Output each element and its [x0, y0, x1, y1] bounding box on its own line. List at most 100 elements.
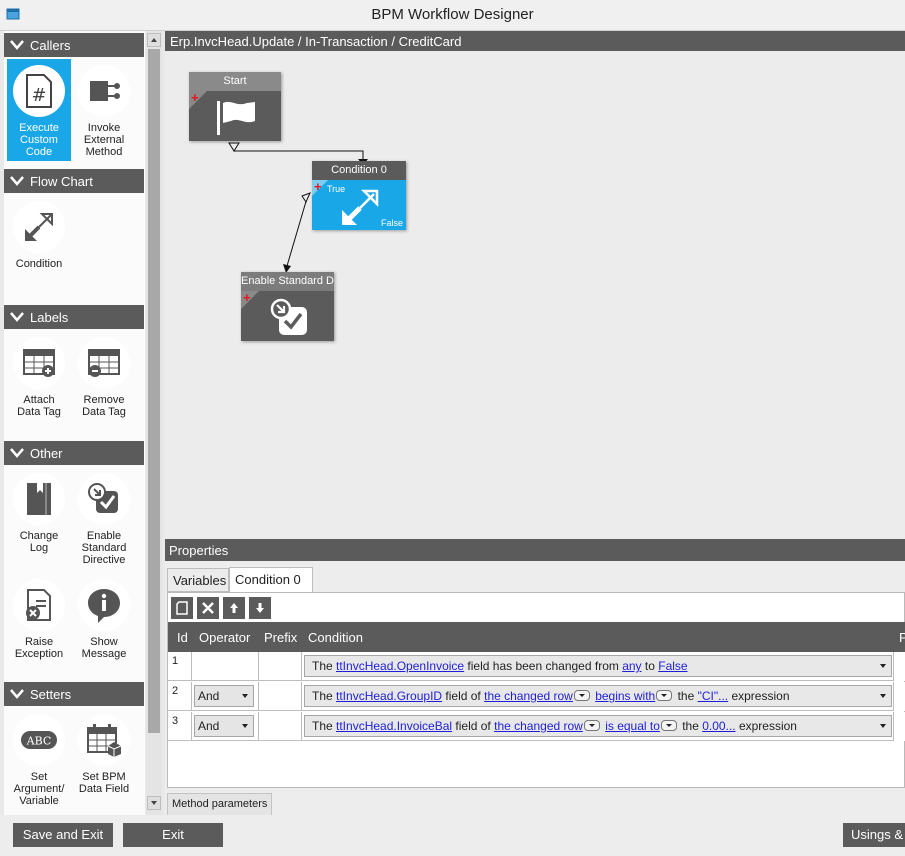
- col-operator[interactable]: Operator: [199, 630, 250, 645]
- tool-label: Change: [19, 530, 59, 542]
- enable-directive-icon: [88, 483, 118, 513]
- tab-variables[interactable]: Variables: [167, 568, 229, 592]
- chevron-down-icon: [10, 176, 24, 186]
- tool-label: Show: [90, 636, 118, 648]
- prefix-cell[interactable]: [259, 682, 302, 711]
- field-link[interactable]: ttInvcHead.GroupID: [336, 689, 442, 703]
- tool-remove-data-tag[interactable]: Remove Data Tag: [72, 331, 136, 418]
- dropdown-arrow-icon: [242, 694, 248, 698]
- condition-expression[interactable]: The ttInvcHead.OpenInvoice field has bee…: [304, 655, 892, 677]
- add-icon[interactable]: +: [314, 180, 322, 193]
- abc-icon: ABC: [21, 731, 57, 749]
- node-condition-0[interactable]: Condition 0 + True False: [312, 161, 406, 230]
- node-start[interactable]: Start +: [189, 72, 281, 141]
- false-label: False: [380, 218, 403, 228]
- tool-label: Standard: [81, 542, 127, 554]
- scroll-down-arrow[interactable]: [147, 796, 161, 810]
- node-title: Enable Standard D: [241, 272, 334, 291]
- section-other-header[interactable]: Other: [4, 441, 144, 465]
- dropdown-arrow-icon[interactable]: [880, 664, 886, 668]
- tool-label: Message: [81, 648, 127, 660]
- prefix-cell[interactable]: [259, 652, 302, 681]
- tab-method-parameters[interactable]: Method parameters: [167, 793, 273, 817]
- dropdown-arrow-icon: [242, 724, 248, 728]
- scroll-up-arrow[interactable]: [147, 33, 161, 47]
- mini-dropdown-icon[interactable]: [660, 720, 677, 731]
- table-row[interactable]: 2 And The ttInvcHead.GroupID field of th…: [168, 682, 905, 711]
- tool-show-message[interactable]: Show Message: [72, 573, 136, 660]
- section-label: Setters: [30, 687, 72, 702]
- row-link[interactable]: the changed row: [484, 689, 573, 703]
- scroll-thumb[interactable]: [148, 49, 160, 733]
- info-bubble-icon: [88, 589, 120, 623]
- section-flowchart-header[interactable]: Flow Chart: [4, 169, 144, 193]
- tool-change-log[interactable]: Change Log: [7, 467, 71, 554]
- tool-execute-custom-code[interactable]: # Execute Custom Code: [7, 59, 71, 161]
- tool-condition[interactable]: Condition: [7, 195, 71, 270]
- value-link[interactable]: 0.00...: [702, 719, 735, 733]
- delete-row-button[interactable]: [197, 597, 219, 619]
- col-id[interactable]: Id: [177, 630, 188, 645]
- table-row[interactable]: 3 And The ttInvcHead.InvoiceBal field of…: [168, 712, 905, 741]
- tool-set-argument-variable[interactable]: ABC Set Argument/ Variable: [7, 708, 71, 807]
- from-value-link[interactable]: any: [622, 659, 641, 673]
- row-link[interactable]: the changed row: [494, 719, 583, 733]
- dropdown-arrow-icon[interactable]: [880, 694, 886, 698]
- col-extra[interactable]: P: [899, 630, 905, 645]
- cond-text: the: [678, 719, 703, 733]
- condition-cell: The ttInvcHead.InvoiceBal field of the c…: [302, 712, 894, 741]
- value-link[interactable]: "CI"...: [698, 689, 729, 703]
- operator-cell: And: [192, 682, 259, 711]
- tool-attach-data-tag[interactable]: Attach Data Tag: [7, 331, 71, 418]
- operator-select[interactable]: And: [194, 685, 254, 707]
- tool-label: Execute: [19, 122, 59, 134]
- workflow-path-bar: Erp.InvcHead.Update / In-Transaction / C…: [165, 31, 905, 51]
- cond-text: field of: [442, 689, 485, 703]
- svg-text:ABC: ABC: [26, 735, 52, 748]
- usings-button[interactable]: Usings &: [843, 823, 905, 847]
- node-title: Start: [189, 72, 281, 91]
- operator-cell: [192, 652, 259, 681]
- tool-invoke-external-method[interactable]: Invoke External Method: [72, 59, 136, 158]
- save-and-exit-button[interactable]: Save and Exit: [13, 823, 113, 847]
- toolbox-scrollbar[interactable]: [146, 31, 162, 815]
- tab-condition-0[interactable]: Condition 0: [229, 567, 313, 593]
- section-labels-header[interactable]: Labels: [4, 305, 144, 329]
- tool-raise-exception[interactable]: Raise Exception: [7, 573, 71, 660]
- col-prefix[interactable]: Prefix: [264, 630, 297, 645]
- new-row-button[interactable]: [171, 597, 193, 619]
- col-condition[interactable]: Condition: [308, 630, 363, 645]
- node-enable-standard-directive[interactable]: Enable Standard D +: [241, 272, 334, 341]
- tool-set-bpm-data-field[interactable]: Set BPM Data Field: [72, 708, 136, 795]
- section-callers-header[interactable]: Callers: [4, 33, 144, 57]
- workflow-canvas[interactable]: Start + Condition 0 + True False Enable …: [165, 51, 905, 539]
- dropdown-arrow-icon[interactable]: [880, 724, 886, 728]
- tool-label: Method: [85, 146, 123, 158]
- chevron-down-icon: [10, 448, 24, 458]
- mini-dropdown-icon[interactable]: [583, 720, 600, 731]
- close-icon: [202, 602, 214, 614]
- condition-expression[interactable]: The ttInvcHead.InvoiceBal field of the c…: [304, 715, 892, 737]
- to-value-link[interactable]: False: [658, 659, 687, 673]
- table-row[interactable]: 1 The ttInvcHead.OpenInvoice field has b…: [168, 652, 905, 681]
- mini-dropdown-icon[interactable]: [656, 690, 673, 701]
- field-link[interactable]: ttInvcHead.InvoiceBal: [336, 719, 452, 733]
- chevron-down-icon: [151, 801, 157, 805]
- operator-link[interactable]: is equal to: [605, 719, 660, 733]
- move-up-button[interactable]: [223, 597, 245, 619]
- add-icon[interactable]: +: [243, 291, 251, 304]
- move-down-button[interactable]: [249, 597, 271, 619]
- prefix-cell[interactable]: [259, 712, 302, 741]
- section-setters-header[interactable]: Setters: [4, 682, 144, 706]
- field-link[interactable]: ttInvcHead.OpenInvoice: [336, 659, 464, 673]
- arrow-down-icon: [256, 603, 264, 613]
- tool-enable-standard-directive[interactable]: Enable Standard Directive: [72, 467, 136, 566]
- exit-button[interactable]: Exit: [123, 823, 223, 847]
- operator-link[interactable]: begins with: [595, 689, 655, 703]
- operator-cell: And: [192, 712, 259, 741]
- mini-dropdown-icon[interactable]: [573, 690, 590, 701]
- add-icon[interactable]: +: [191, 91, 199, 104]
- tool-label: Directive: [82, 554, 126, 566]
- operator-select[interactable]: And: [194, 715, 254, 737]
- condition-expression[interactable]: The ttInvcHead.GroupID field of the chan…: [304, 685, 892, 707]
